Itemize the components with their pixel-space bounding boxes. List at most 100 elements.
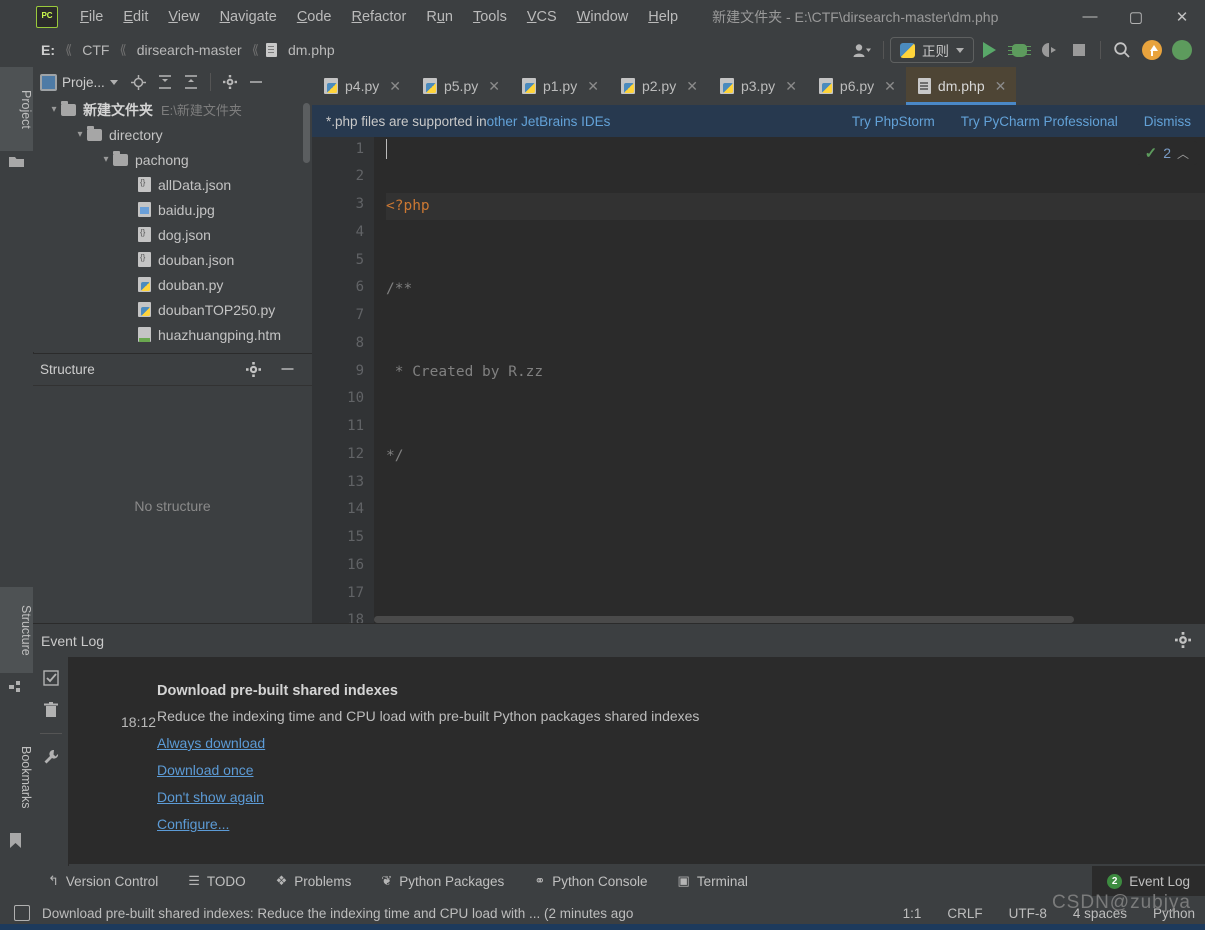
- delete-icon[interactable]: [42, 701, 60, 719]
- configure-link[interactable]: Configure...: [157, 816, 229, 832]
- chevron-down-icon[interactable]: ▾: [73, 129, 87, 140]
- wrench-icon[interactable]: [42, 748, 60, 766]
- tree-node-file[interactable]: douban.json: [33, 247, 312, 272]
- close-tab-icon[interactable]: ✕: [884, 78, 896, 95]
- collapse-all-icon[interactable]: [178, 70, 204, 94]
- editor-tab-p3[interactable]: p3.py ✕: [708, 67, 807, 105]
- menu-view[interactable]: View: [158, 6, 209, 28]
- close-tab-icon[interactable]: ✕: [587, 78, 599, 95]
- chevron-down-icon[interactable]: ▾: [99, 154, 113, 165]
- status-indicator-icon: [14, 905, 30, 921]
- minimize-button[interactable]: —: [1067, 0, 1113, 33]
- tree-node-file[interactable]: dog.json: [33, 222, 312, 247]
- close-tab-icon[interactable]: ✕: [995, 78, 1007, 95]
- mark-all-read-icon[interactable]: [42, 669, 60, 687]
- indent-setting[interactable]: 4 spaces: [1073, 906, 1127, 921]
- notification-link[interactable]: other JetBrains IDEs: [487, 114, 611, 129]
- menu-help[interactable]: Help: [638, 6, 688, 28]
- project-tree[interactable]: ▾ 新建文件夹 E:\新建文件夹 ▾ directory ▾ pachong a…: [33, 97, 312, 352]
- hide-panel-icon[interactable]: [243, 70, 269, 94]
- tree-node-file[interactable]: doubanTOP250.py: [33, 297, 312, 322]
- close-tab-icon[interactable]: ✕: [389, 78, 401, 95]
- stop-button[interactable]: [1064, 37, 1094, 63]
- tab-problems[interactable]: ❖ Problems: [261, 866, 367, 896]
- menu-run[interactable]: Run: [416, 6, 463, 28]
- close-button[interactable]: ✕: [1159, 0, 1205, 33]
- sidebar-item-project[interactable]: Project: [0, 67, 33, 151]
- dismiss-link[interactable]: Dismiss: [1144, 114, 1191, 129]
- breadcrumb-file[interactable]: dm.php: [285, 41, 338, 59]
- tab-event-log[interactable]: 2 Event Log: [1092, 866, 1205, 896]
- tree-node-file[interactable]: huazhuangping.htm: [33, 322, 312, 347]
- editor-tab-p4[interactable]: p4.py ✕: [312, 67, 411, 105]
- maximize-button[interactable]: ▢: [1113, 0, 1159, 33]
- tree-node-label: 新建文件夹: [83, 101, 153, 118]
- breadcrumb-ctf[interactable]: CTF: [79, 41, 112, 59]
- close-tab-icon[interactable]: ✕: [785, 78, 797, 95]
- dont-show-again-link[interactable]: Don't show again: [157, 789, 264, 805]
- tab-version-control[interactable]: ↰ Version Control: [33, 866, 173, 896]
- settings-button[interactable]: [1167, 37, 1197, 63]
- editor-horizontal-scrollbar[interactable]: [374, 616, 1074, 623]
- update-button[interactable]: [1137, 37, 1167, 63]
- editor-tab-dm-php[interactable]: dm.php ✕: [905, 67, 1017, 105]
- tree-node-file[interactable]: baidu.jpg: [33, 197, 312, 222]
- menu-code[interactable]: Code: [287, 6, 342, 28]
- editor-tab-p5[interactable]: p5.py ✕: [411, 67, 510, 105]
- code-content[interactable]: <?php /** * Created by R.zz */ include_o…: [386, 137, 1205, 623]
- chevron-down-icon[interactable]: ▾: [47, 104, 61, 115]
- debug-button[interactable]: [1004, 37, 1034, 63]
- close-tab-icon[interactable]: ✕: [686, 78, 698, 95]
- gear-icon[interactable]: [217, 70, 243, 94]
- sidebar-item-bookmarks[interactable]: Bookmarks: [0, 727, 33, 827]
- sidebar-item-structure[interactable]: Structure: [0, 587, 33, 673]
- tree-node-pachong[interactable]: ▾ pachong: [33, 147, 312, 172]
- project-panel-title-group[interactable]: Proje...: [40, 73, 118, 91]
- editor-tab-p1[interactable]: p1.py ✕: [510, 67, 609, 105]
- tree-node-file[interactable]: allData.json: [33, 172, 312, 197]
- python-interpreter[interactable]: Python: [1153, 906, 1195, 921]
- file-encoding[interactable]: UTF-8: [1009, 906, 1047, 921]
- tree-node-file[interactable]: douban.py: [33, 272, 312, 297]
- tree-node-directory[interactable]: ▾ directory: [33, 122, 312, 147]
- menu-navigate[interactable]: Navigate: [210, 6, 287, 28]
- menu-edit[interactable]: Edit: [113, 6, 158, 28]
- breadcrumb-dirsearch[interactable]: dirsearch-master: [134, 41, 245, 59]
- menu-window[interactable]: Window: [567, 6, 639, 28]
- search-everywhere-button[interactable]: [1107, 37, 1137, 63]
- menu-vcs[interactable]: VCS: [517, 6, 567, 28]
- download-once-link[interactable]: Download once: [157, 762, 254, 778]
- tree-node-root[interactable]: ▾ 新建文件夹 E:\新建文件夹: [33, 97, 312, 122]
- menu-tools[interactable]: Tools: [463, 6, 517, 28]
- try-pycharm-professional-link[interactable]: Try PyCharm Professional: [961, 114, 1118, 129]
- always-download-link[interactable]: Always download: [157, 735, 265, 751]
- caret-position[interactable]: 1:1: [903, 906, 922, 921]
- breadcrumb-drive[interactable]: E:: [38, 41, 58, 59]
- hide-panel-icon[interactable]: [274, 357, 300, 381]
- gear-icon[interactable]: [240, 357, 266, 381]
- inspection-widget[interactable]: ✓ 2 ︿: [1136, 141, 1197, 165]
- tab-todo[interactable]: ☰ TODO: [173, 866, 260, 896]
- editor-tab-p2[interactable]: p2.py ✕: [609, 67, 708, 105]
- tab-terminal[interactable]: ▣ Terminal: [663, 866, 763, 896]
- user-accounts-icon[interactable]: [847, 37, 877, 63]
- close-tab-icon[interactable]: ✕: [488, 78, 500, 95]
- chevron-up-icon[interactable]: ︿: [1177, 145, 1189, 162]
- run-button[interactable]: [974, 37, 1004, 63]
- menu-file[interactable]: File: [70, 6, 113, 28]
- locate-file-icon[interactable]: [126, 70, 152, 94]
- tab-python-packages[interactable]: ❦ Python Packages: [366, 866, 519, 896]
- project-tree-scrollbar[interactable]: [303, 103, 310, 163]
- try-phpstorm-link[interactable]: Try PhpStorm: [852, 114, 935, 129]
- gear-icon[interactable]: [1175, 632, 1191, 652]
- expand-all-icon[interactable]: [152, 70, 178, 94]
- code-editor[interactable]: 1 2 3 4 5 6 7 8 9 10 11 12 13 14 15 16 1…: [312, 137, 1205, 623]
- line-separator[interactable]: CRLF: [947, 906, 982, 921]
- tab-python-console[interactable]: ⚭ Python Console: [519, 866, 662, 896]
- status-message[interactable]: Download pre-built shared indexes: Reduc…: [42, 906, 633, 921]
- editor-tab-p6[interactable]: p6.py ✕: [807, 67, 906, 105]
- run-coverage-button[interactable]: [1034, 37, 1064, 63]
- menu-refactor[interactable]: Refactor: [342, 6, 417, 28]
- run-configuration-selector[interactable]: 正则: [890, 37, 974, 63]
- breadcrumb-separator: ⟪: [251, 42, 259, 57]
